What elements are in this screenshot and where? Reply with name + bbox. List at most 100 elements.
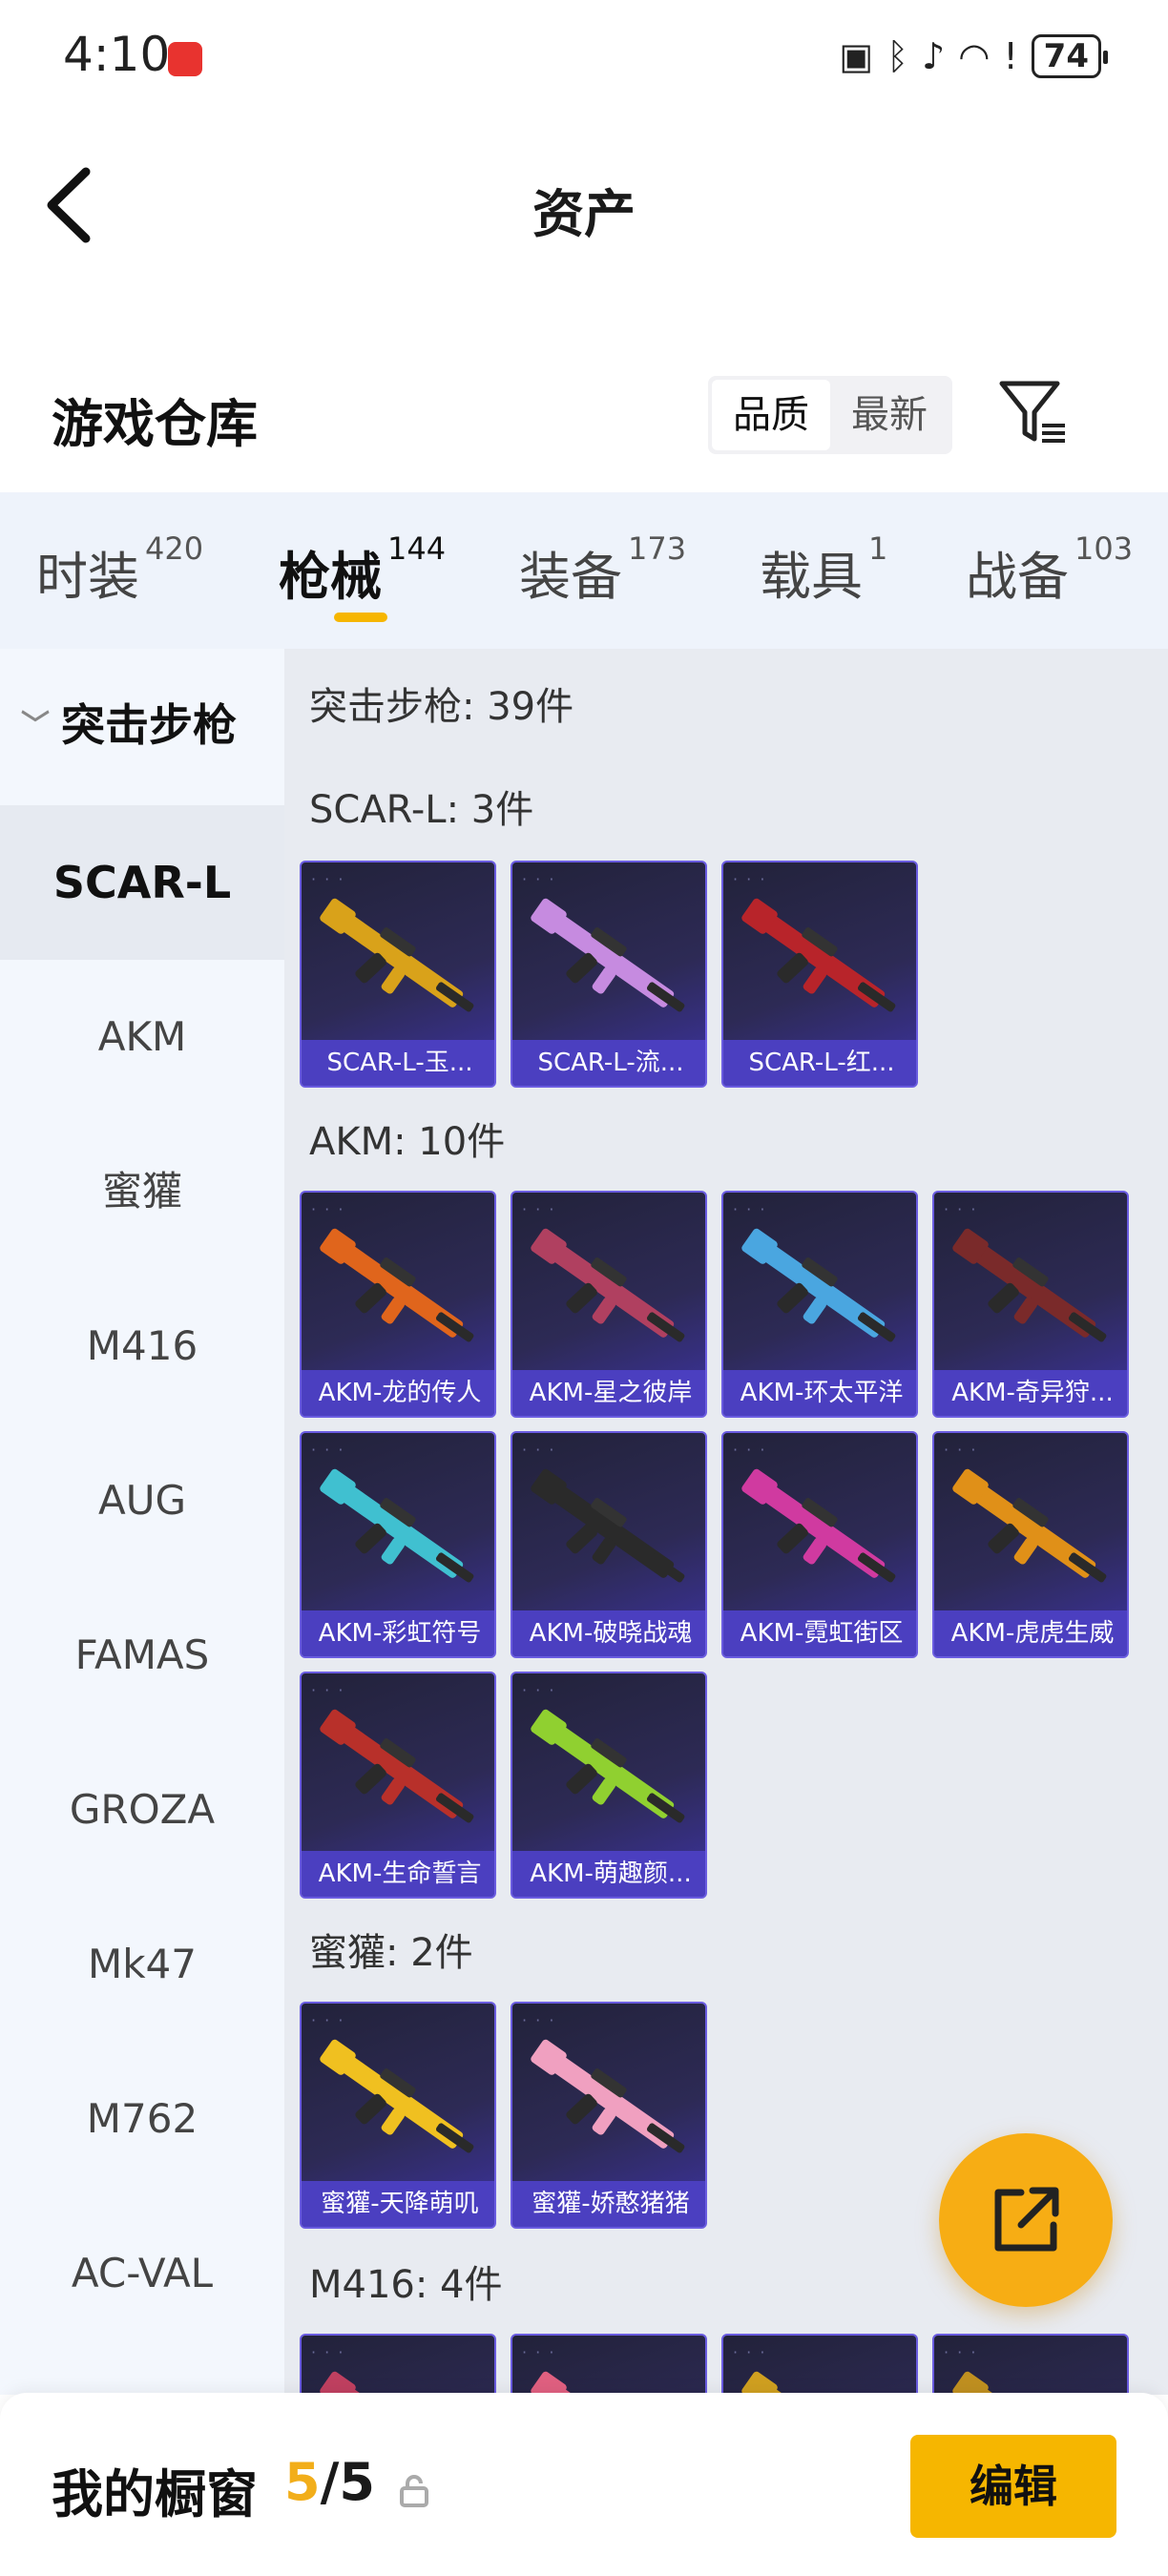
- weapon-card[interactable]: · · · AKM-萌趣颜...: [511, 1672, 707, 1899]
- weapon-sidebar: ﹀ 突击步枪 SCAR-L AKM 蜜獾 M416 AUG FAMAS GROZ…: [0, 649, 284, 2395]
- rifle-icon: [320, 1709, 474, 1823]
- sidebar-item[interactable]: AUG: [0, 1423, 284, 1578]
- weapon-card[interactable]: · · · SCAR-L-红...: [721, 861, 918, 1088]
- rifle-icon: [320, 1228, 474, 1342]
- tab-vehicles[interactable]: 载具 1: [760, 530, 887, 610]
- weapon-card[interactable]: · · · AKM-生命誓言: [300, 1672, 496, 1899]
- weapon-card[interactable]: · · ·: [511, 2334, 707, 2395]
- showcase-title: 我的橱窗: [52, 2464, 258, 2524]
- sidebar-item[interactable]: M416: [0, 1269, 284, 1423]
- rifle-icon: [741, 1468, 896, 1583]
- rifle-icon: [741, 898, 896, 1012]
- tab-fashion[interactable]: 时装 420: [36, 530, 203, 610]
- weapon-card-label: AKM-生命誓言: [302, 1851, 494, 1897]
- tab-equipment[interactable]: 装备 173: [519, 530, 686, 610]
- tab-count: 103: [1074, 530, 1134, 567]
- battery-indicator: 74: [1031, 34, 1109, 78]
- weapon-card[interactable]: · · · AKM-虎虎生威: [932, 1431, 1129, 1658]
- weapon-card[interactable]: · · · AKM-奇异狩...: [932, 1191, 1129, 1418]
- wifi-icon: ◠: [958, 35, 991, 77]
- weapon-card-label: SCAR-L-红...: [723, 1040, 916, 1086]
- weapon-card[interactable]: · · · AKM-环太平洋: [721, 1191, 918, 1418]
- app-notification-icon: [168, 42, 202, 76]
- rifle-icon: [531, 1468, 685, 1583]
- weapon-card[interactable]: · · ·: [721, 2334, 918, 2395]
- rifle-icon: [320, 898, 474, 1012]
- rifle-icon: [531, 2039, 685, 2153]
- tab-count: 144: [387, 530, 447, 567]
- weapon-card-label: AKM-环太平洋: [723, 1370, 916, 1416]
- weapon-card[interactable]: · · · SCAR-L-玉...: [300, 861, 496, 1088]
- weapon-card[interactable]: · · · 蜜獾-娇憨猪猪: [511, 2002, 707, 2229]
- weapon-card-label: 蜜獾-娇憨猪猪: [512, 2181, 705, 2227]
- weapon-card-label: AKM-龙的传人: [302, 1370, 494, 1416]
- tab-label: 时装: [36, 547, 139, 607]
- weapon-card[interactable]: · · · AKM-彩虹符号: [300, 1431, 496, 1658]
- rifle-icon: [320, 2039, 474, 2153]
- sort-option-quality[interactable]: 品质: [712, 380, 830, 450]
- showcase-count: 5/5: [284, 2452, 375, 2512]
- tab-label: 枪械: [279, 547, 382, 607]
- weapon-card[interactable]: · · · 蜜獾-天降萌叽: [300, 2002, 496, 2229]
- weapon-card[interactable]: · · · AKM-龙的传人: [300, 1191, 496, 1418]
- section-title: 游戏仓库: [52, 394, 258, 454]
- alert-icon: !: [1003, 35, 1018, 77]
- group-heading: SCAR-L: 3件: [309, 788, 534, 832]
- weapon-card[interactable]: · · · AKM-星之彼岸: [511, 1191, 707, 1418]
- status-time: 4:10: [63, 27, 171, 82]
- rifle-icon: [531, 898, 685, 1012]
- category-total-heading: 突击步枪: 39件: [309, 685, 574, 729]
- rifle-icon: [952, 1468, 1107, 1583]
- category-tabs: 时装 420 枪械 144 装备 173 载具 1 战备 103: [0, 492, 1168, 649]
- weapon-card[interactable]: · · · AKM-霓虹街区: [721, 1431, 918, 1658]
- showcase-count-total: 5: [339, 2452, 375, 2512]
- weapon-card[interactable]: · · · SCAR-L-流...: [511, 861, 707, 1088]
- group-heading: 蜜獾: 2件: [309, 1931, 473, 1975]
- sort-toggle: 品质 最新: [708, 376, 952, 454]
- rifle-icon: [531, 1709, 685, 1823]
- rifle-icon: [741, 1228, 896, 1342]
- weapon-card-label: AKM-星之彼岸: [512, 1370, 705, 1416]
- sidebar-item[interactable]: GROZA: [0, 1733, 284, 1887]
- weapon-card-label: AKM-萌趣颜...: [512, 1851, 705, 1897]
- edit-button[interactable]: 编辑: [910, 2435, 1116, 2538]
- rifle-icon: [952, 2371, 1096, 2395]
- sort-option-newest[interactable]: 最新: [830, 380, 949, 450]
- tab-firearms[interactable]: 枪械 144: [279, 530, 446, 610]
- sidebar-item[interactable]: SCAR-L: [0, 805, 284, 960]
- sidebar-item[interactable]: M762: [0, 2042, 284, 2196]
- rifle-icon: [741, 2371, 886, 2395]
- tab-count: 173: [628, 530, 687, 567]
- share-icon: [994, 2187, 1059, 2252]
- weapon-grid: 突击步枪: 39件 SCAR-L: 3件 · · · SCAR-L-玉... · ·…: [284, 649, 1168, 2395]
- sidebar-item[interactable]: 蜜獾: [0, 1114, 284, 1269]
- status-icons: ▣ ᛒ ♪ ◠ ! 74: [839, 34, 1109, 78]
- nfc-icon: ▣: [839, 35, 874, 77]
- filter-button[interactable]: [998, 378, 1069, 448]
- showcase-count-separator: /: [320, 2452, 340, 2512]
- sidebar-item[interactable]: AKM: [0, 960, 284, 1114]
- app-header: 资产: [0, 143, 1168, 267]
- sidebar-item[interactable]: AC-VAL: [0, 2196, 284, 2351]
- sidebar-item[interactable]: FAMAS: [0, 1578, 284, 1733]
- weapon-card-label: SCAR-L-流...: [512, 1040, 705, 1086]
- sidebar-group-label: 突击步枪: [61, 699, 237, 751]
- weapon-card-label: AKM-奇异狩...: [934, 1370, 1127, 1416]
- weapon-card-label: AKM-彩虹符号: [302, 1610, 494, 1656]
- weapon-card[interactable]: · · ·: [932, 2334, 1129, 2395]
- weapon-card[interactable]: · · ·: [300, 2334, 496, 2395]
- tab-gear[interactable]: 战备 103: [966, 530, 1133, 610]
- rifle-icon: [531, 1228, 685, 1342]
- share-button[interactable]: [939, 2133, 1113, 2307]
- weapon-card-label: SCAR-L-玉...: [302, 1040, 494, 1086]
- weapon-card-label: AKM-破晓战魂: [512, 1610, 705, 1656]
- tab-count: 420: [145, 530, 204, 567]
- sidebar-group-assault-rifles[interactable]: ﹀ 突击步枪: [21, 691, 237, 754]
- page-title: 资产: [532, 184, 636, 244]
- rifle-icon: [320, 2371, 464, 2395]
- group-heading: M416: 4件: [309, 2263, 503, 2307]
- weapon-card[interactable]: · · · AKM-破晓战魂: [511, 1431, 707, 1658]
- sidebar-item[interactable]: Mk47: [0, 1887, 284, 2042]
- bluetooth-icon: ᛒ: [886, 35, 908, 77]
- chevron-down-icon: ﹀: [21, 709, 50, 742]
